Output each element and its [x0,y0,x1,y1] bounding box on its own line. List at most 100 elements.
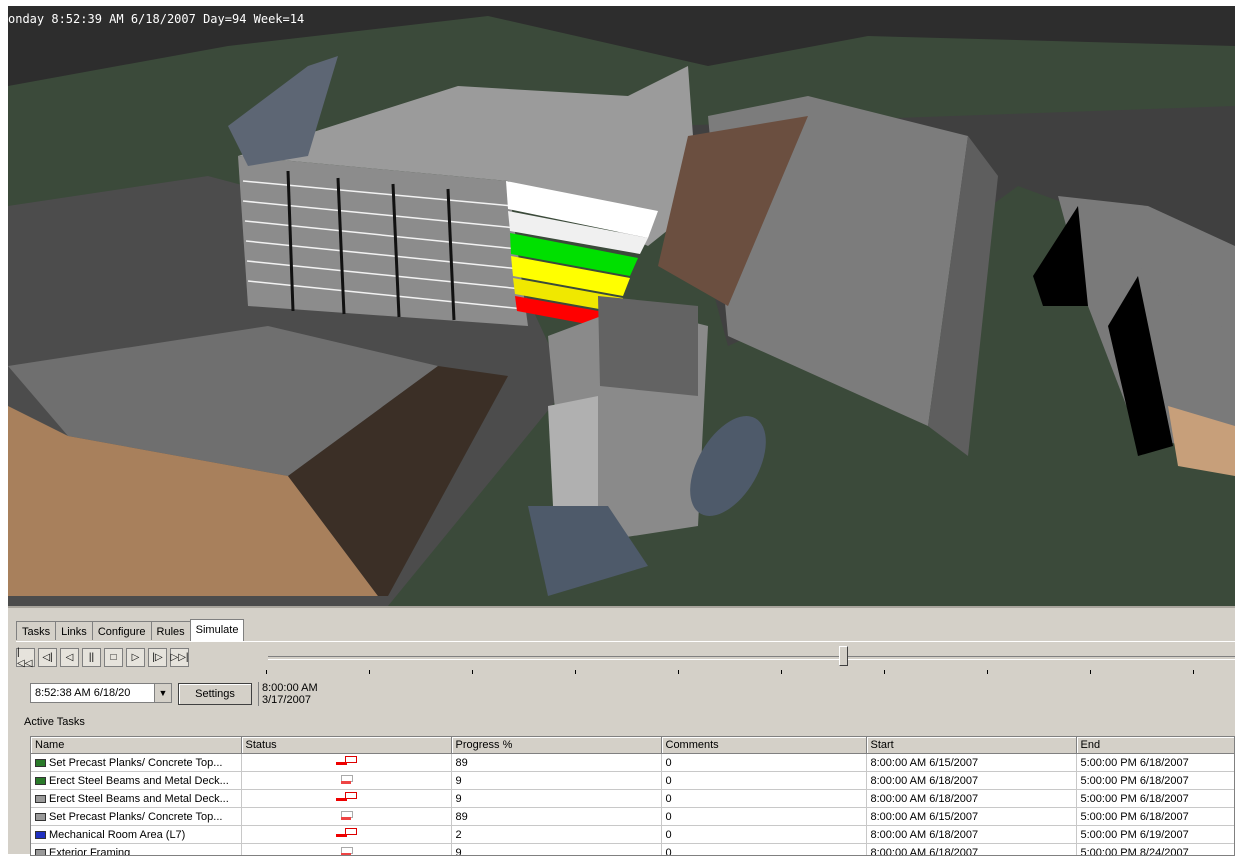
task-comments-cell: 0 [661,808,866,826]
3d-viewport[interactable]: onday 8:52:39 AM 6/18/2007 Day=94 Week=1… [8,6,1235,606]
step-forward-icon: |▷ [152,652,162,663]
table-row[interactable]: Erect Steel Beams and Metal Deck...908:0… [31,790,1235,808]
current-date-value: 8:52:38 AM 6/18/20 [35,687,130,699]
tab-tasks[interactable]: Tasks [16,621,56,640]
task-type-icon [35,777,46,785]
timeline-slider-thumb[interactable] [839,646,848,666]
table-header-row: Name Status Progress % Comments Start En… [31,737,1235,754]
task-status-cell [241,826,451,844]
task-type-icon [35,813,46,821]
column-header-comments[interactable]: Comments [661,737,866,754]
timeline-start-date: 3/17/2007 [262,694,318,706]
table-row[interactable]: Set Precast Planks/ Concrete Top...8908:… [31,754,1235,772]
go-to-start-button[interactable]: |◁◁ [16,648,35,667]
simulation-panel: Tasks Links Configure Rules Simulate |◁◁… [8,606,1235,854]
task-name: Set Precast Planks/ Concrete Top... [49,757,222,769]
task-type-icon [35,759,46,767]
timeline-tick [1090,670,1091,674]
play-reverse-button[interactable]: ◁ [60,648,79,667]
task-progress-cell: 9 [451,772,661,790]
task-start-cell: 8:00:00 AM 6/18/2007 [866,790,1076,808]
chevron-down-icon[interactable]: ▼ [154,684,171,702]
task-type-icon [35,831,46,839]
tab-configure[interactable]: Configure [92,621,152,640]
table-row[interactable]: Mechanical Room Area (L7)208:00:00 AM 6/… [31,826,1235,844]
timeline-tick [1193,670,1194,674]
active-tasks-title: Active Tasks [24,716,85,728]
task-name-cell: Erect Steel Beams and Metal Deck... [31,772,241,790]
active-tasks-table[interactable]: Name Status Progress % Comments Start En… [30,736,1235,856]
step-forward-button[interactable]: |▷ [148,648,167,667]
settings-button[interactable]: Settings [178,683,252,705]
simulation-time-readout: onday 8:52:39 AM 6/18/2007 Day=94 Week=1… [8,12,304,26]
task-type-icon [35,849,46,856]
step-back-icon: ◁| [42,652,52,663]
tab-links[interactable]: Links [55,621,93,640]
timeline-tick [884,670,885,674]
tab-simulate[interactable]: Simulate [190,619,245,642]
task-comments-cell: 0 [661,790,866,808]
status-icon [336,827,356,839]
task-progress-cell: 9 [451,844,661,856]
task-status-cell [241,808,451,826]
table-row[interactable]: Set Precast Planks/ Concrete Top...8908:… [31,808,1235,826]
task-name-cell: Set Precast Planks/ Concrete Top... [31,754,241,772]
task-progress-cell: 2 [451,826,661,844]
column-header-progress[interactable]: Progress % [451,737,661,754]
task-status-cell [241,844,451,856]
task-end-cell: 5:00:00 PM 6/18/2007 [1076,772,1235,790]
timeline-tick [678,670,679,674]
tab-rules[interactable]: Rules [151,621,191,640]
task-end-cell: 5:00:00 PM 8/24/2007 [1076,844,1235,856]
task-name: Mechanical Room Area (L7) [49,829,185,841]
tab-strip: Tasks Links Configure Rules Simulate [16,621,243,641]
stop-button[interactable]: □ [104,648,123,667]
pause-button[interactable]: || [82,648,101,667]
task-progress-cell: 89 [451,754,661,772]
site-model-render [8,6,1235,606]
timeline-tick [987,670,988,674]
column-header-status[interactable]: Status [241,737,451,754]
task-status-cell [241,754,451,772]
task-end-cell: 5:00:00 PM 6/18/2007 [1076,808,1235,826]
play-icon: ▷ [132,652,140,663]
task-start-cell: 8:00:00 AM 6/15/2007 [866,808,1076,826]
tab-divider [16,641,1235,642]
go-to-start-icon: |◁◁ [17,647,34,669]
status-icon [336,791,356,803]
timeline-slider-track[interactable] [268,656,1235,660]
task-name-cell: Exterior Framing [31,844,241,856]
task-name: Exterior Framing [49,847,130,856]
task-comments-cell: 0 [661,754,866,772]
column-header-start[interactable]: Start [866,737,1076,754]
table-row[interactable]: Erect Steel Beams and Metal Deck... 908:0… [31,772,1235,790]
column-header-end[interactable]: End [1076,737,1235,754]
task-comments-cell: 0 [661,772,866,790]
timeline-start-label: 8:00:00 AM 3/17/2007 [258,682,318,706]
step-back-button[interactable]: ◁| [38,648,57,667]
timeline-tick [575,670,576,674]
task-name: Set Precast Planks/ Concrete Top... [49,811,222,823]
task-status-cell [241,790,451,808]
current-date-picker[interactable]: 8:52:38 AM 6/18/20 ▼ [30,683,172,703]
task-name-cell: Set Precast Planks/ Concrete Top... [31,808,241,826]
task-name-cell: Mechanical Room Area (L7) [31,826,241,844]
stop-icon: □ [110,652,116,663]
playback-controls: |◁◁ ◁| ◁ || □ ▷ |▷ ▷▷| [16,648,192,667]
column-header-name[interactable]: Name [31,737,241,754]
task-comments-cell: 0 [661,826,866,844]
timeline-tick [369,670,370,674]
status-icon [336,845,356,856]
task-end-cell: 5:00:00 PM 6/18/2007 [1076,790,1235,808]
task-type-icon [35,795,46,803]
go-to-end-button[interactable]: ▷▷| [170,648,189,667]
status-icon [336,755,356,767]
task-start-cell: 8:00:00 AM 6/18/2007 [866,772,1076,790]
table-row[interactable]: Exterior Framing908:00:00 AM 6/18/20075:… [31,844,1235,856]
status-icon [336,809,356,821]
task-end-cell: 5:00:00 PM 6/19/2007 [1076,826,1235,844]
go-to-end-icon: ▷▷| [171,652,189,663]
task-start-cell: 8:00:00 AM 6/18/2007 [866,844,1076,856]
play-button[interactable]: ▷ [126,648,145,667]
timeline-tick [781,670,782,674]
